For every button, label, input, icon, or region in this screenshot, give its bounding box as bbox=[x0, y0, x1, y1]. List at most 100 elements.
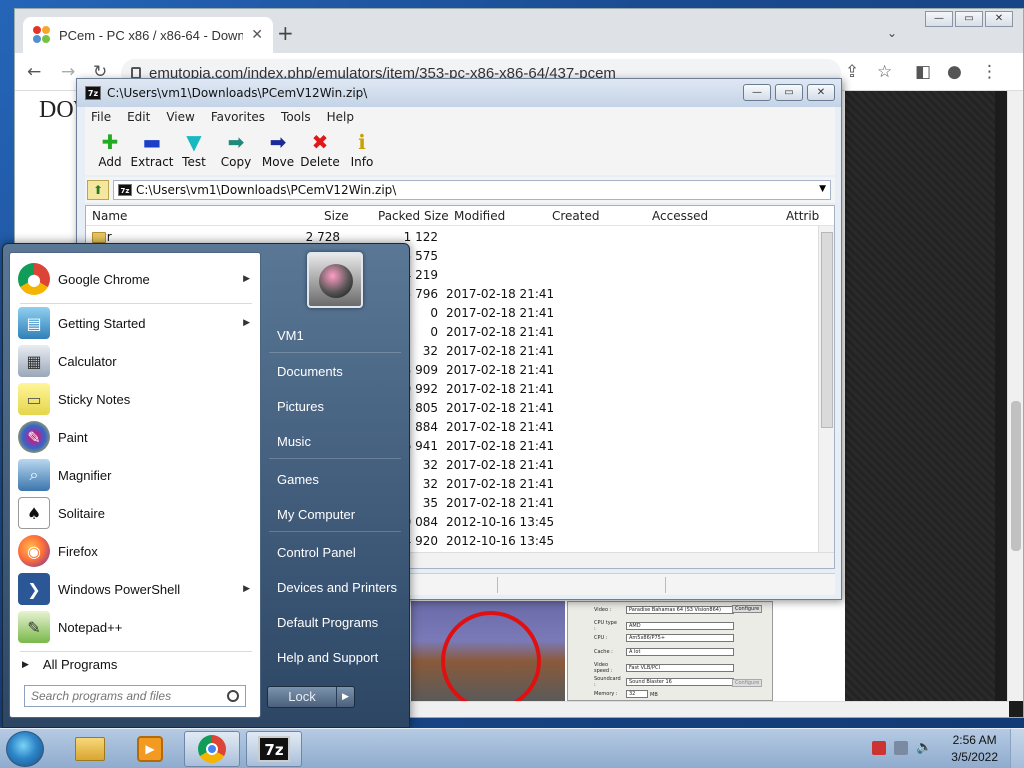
start-place-devices-and-printers[interactable]: Devices and Printers bbox=[277, 580, 397, 595]
submenu-arrow-icon[interactable]: ▶ bbox=[243, 318, 250, 328]
menu-file[interactable]: File bbox=[91, 110, 111, 124]
user-picture[interactable] bbox=[307, 252, 363, 308]
start-place-games[interactable]: Games bbox=[277, 472, 319, 487]
folder-up-icon[interactable]: ⬆ bbox=[87, 180, 109, 200]
taskbar-7zip[interactable]: 7z bbox=[246, 731, 302, 767]
start-program-label: Windows PowerShell bbox=[58, 581, 181, 597]
settings-label: Soundcard : bbox=[594, 676, 621, 688]
start-orb-icon[interactable] bbox=[6, 731, 44, 767]
start-place-my-computer[interactable]: My Computer bbox=[277, 507, 355, 522]
clock[interactable]: 2:56 AM 3/5/2022 bbox=[951, 732, 998, 766]
network-icon[interactable] bbox=[894, 741, 908, 755]
start-program-solitaire[interactable]: ♠ Solitaire bbox=[14, 495, 258, 531]
start-program-sticky-notes[interactable]: ▭ Sticky Notes bbox=[14, 381, 258, 417]
test-button[interactable]: ▼ Test bbox=[173, 127, 215, 175]
system-tray: 🔈 2:56 AM 3/5/2022 bbox=[864, 729, 1024, 768]
lock-options-arrow-icon[interactable]: ▶ bbox=[336, 687, 354, 707]
column-header-name[interactable]: Name bbox=[92, 209, 127, 223]
minimize-button[interactable]: — bbox=[925, 11, 953, 27]
forward-icon[interactable]: → bbox=[61, 62, 75, 82]
getting-started-icon: ▤ bbox=[18, 307, 50, 339]
start-program-calculator[interactable]: ▦ Calculator bbox=[14, 343, 258, 379]
7zip-titlebar[interactable]: 7z C:\Users\vm1\Downloads\PCemV12Win.zip… bbox=[77, 79, 841, 107]
7zip-address-input[interactable]: 7z C:\Users\vm1\Downloads\PCemV12Win.zip… bbox=[113, 180, 831, 200]
page-vertical-scrollbar[interactable] bbox=[1007, 91, 1023, 701]
lock-button[interactable]: Lock ▶ bbox=[267, 686, 355, 708]
start-search-input[interactable] bbox=[31, 689, 227, 703]
start-place-music[interactable]: Music bbox=[277, 434, 311, 449]
share-icon[interactable]: ⇪ bbox=[845, 62, 859, 82]
start-place-help-and-support[interactable]: Help and Support bbox=[277, 650, 378, 665]
search-icon[interactable] bbox=[227, 690, 239, 702]
taskbar-explorer[interactable] bbox=[62, 731, 118, 767]
menu-favorites[interactable]: Favorites bbox=[211, 110, 265, 124]
start-program-notepad-[interactable]: ✎ Notepad++ bbox=[14, 609, 258, 645]
settings-row: Memory : 32 bbox=[594, 690, 648, 698]
start-program-google-chrome[interactable]: ● Google Chrome ▶ bbox=[14, 261, 258, 297]
settings-label: Cache : bbox=[594, 649, 613, 655]
start-place-vm1[interactable]: VM1 bbox=[277, 328, 304, 343]
move-button[interactable]: ➡ Move bbox=[257, 127, 299, 175]
column-header-attrib[interactable]: Attrib bbox=[786, 209, 819, 223]
menu-help[interactable]: Help bbox=[327, 110, 354, 124]
clock-date: 3/5/2022 bbox=[951, 750, 998, 764]
taskbar-media-player[interactable]: ▶ bbox=[122, 731, 178, 767]
column-header-created[interactable]: Created bbox=[552, 209, 600, 223]
start-place-default-programs[interactable]: Default Programs bbox=[277, 615, 378, 630]
column-header-modified[interactable]: Modified bbox=[454, 209, 505, 223]
lock-label: Lock bbox=[288, 689, 316, 704]
column-header-accessed[interactable]: Accessed bbox=[652, 209, 708, 223]
start-place-documents[interactable]: Documents bbox=[277, 364, 343, 379]
new-tab-button[interactable]: + bbox=[277, 23, 294, 43]
7zip-minimize-button[interactable]: — bbox=[743, 84, 771, 101]
file-packed-size: 0 bbox=[430, 325, 438, 339]
7zip-close-button[interactable]: ✕ bbox=[807, 84, 835, 101]
chevron-down-icon[interactable]: ▼ bbox=[819, 184, 826, 194]
start-program-windows-powershell[interactable]: ❯ Windows PowerShell ▶ bbox=[14, 571, 258, 607]
tab-search-icon[interactable]: ⌄ bbox=[887, 26, 897, 40]
scroll-thumb[interactable] bbox=[1011, 401, 1021, 551]
start-program-getting-started[interactable]: ▤ Getting Started ▶ bbox=[14, 305, 258, 341]
start-program-label: Getting Started bbox=[58, 315, 146, 331]
chrome-menu-icon[interactable]: ⋮ bbox=[981, 62, 998, 82]
volume-icon[interactable]: 🔈 bbox=[916, 741, 932, 755]
column-header-size[interactable]: Size bbox=[324, 209, 349, 223]
profile-avatar-icon[interactable]: ● bbox=[947, 62, 962, 82]
taskbar-chrome[interactable] bbox=[184, 731, 240, 767]
start-program-magnifier[interactable]: ⌕ Magnifier bbox=[14, 457, 258, 493]
action-center-flag-icon[interactable] bbox=[872, 741, 886, 755]
close-button[interactable]: ✕ bbox=[985, 11, 1013, 27]
delete-label: Delete bbox=[300, 155, 340, 169]
back-icon[interactable]: ← bbox=[27, 62, 41, 82]
all-programs-button[interactable]: ▶ All Programs bbox=[22, 657, 117, 672]
tab-close-icon[interactable]: ✕ bbox=[251, 27, 263, 43]
7zip-taskbar-icon: 7z bbox=[258, 736, 290, 762]
red-circle-overlay bbox=[441, 611, 541, 711]
show-desktop-button[interactable] bbox=[1010, 729, 1024, 768]
start-program-firefox[interactable]: ◉ Firefox bbox=[14, 533, 258, 569]
chrome-tab[interactable]: PCem - PC x86 / x86-64 - Downl ✕ bbox=[23, 17, 273, 53]
add-button[interactable]: ✚ Add bbox=[89, 127, 131, 175]
file-list-vscroll[interactable] bbox=[818, 226, 834, 552]
start-program-paint[interactable]: ✎ Paint bbox=[14, 419, 258, 455]
start-search-box[interactable] bbox=[24, 685, 246, 707]
info-button[interactable]: ℹ Info bbox=[341, 127, 383, 175]
copy-button[interactable]: ➡ Copy bbox=[215, 127, 257, 175]
file-packed-size: 0 bbox=[430, 306, 438, 320]
column-header-packed-size[interactable]: Packed Size bbox=[378, 209, 449, 223]
submenu-arrow-icon[interactable]: ▶ bbox=[243, 274, 250, 284]
delete-button[interactable]: ✖ Delete bbox=[299, 127, 341, 175]
menu-tools[interactable]: Tools bbox=[281, 110, 311, 124]
extract-button[interactable]: ▬ Extract bbox=[131, 127, 174, 175]
start-place-control-panel[interactable]: Control Panel bbox=[277, 545, 356, 560]
menu-edit[interactable]: Edit bbox=[127, 110, 150, 124]
menu-view[interactable]: View bbox=[166, 110, 194, 124]
submenu-arrow-icon[interactable]: ▶ bbox=[243, 584, 250, 594]
maximize-button[interactable]: ▭ bbox=[955, 11, 983, 27]
bookmark-star-icon[interactable]: ☆ bbox=[877, 62, 892, 82]
file-list-vscroll-thumb[interactable] bbox=[821, 232, 833, 428]
7zip-maximize-button[interactable]: ▭ bbox=[775, 84, 803, 101]
info-label: Info bbox=[350, 155, 374, 169]
start-place-pictures[interactable]: Pictures bbox=[277, 399, 324, 414]
side-panel-icon[interactable]: ◧ bbox=[915, 62, 931, 82]
